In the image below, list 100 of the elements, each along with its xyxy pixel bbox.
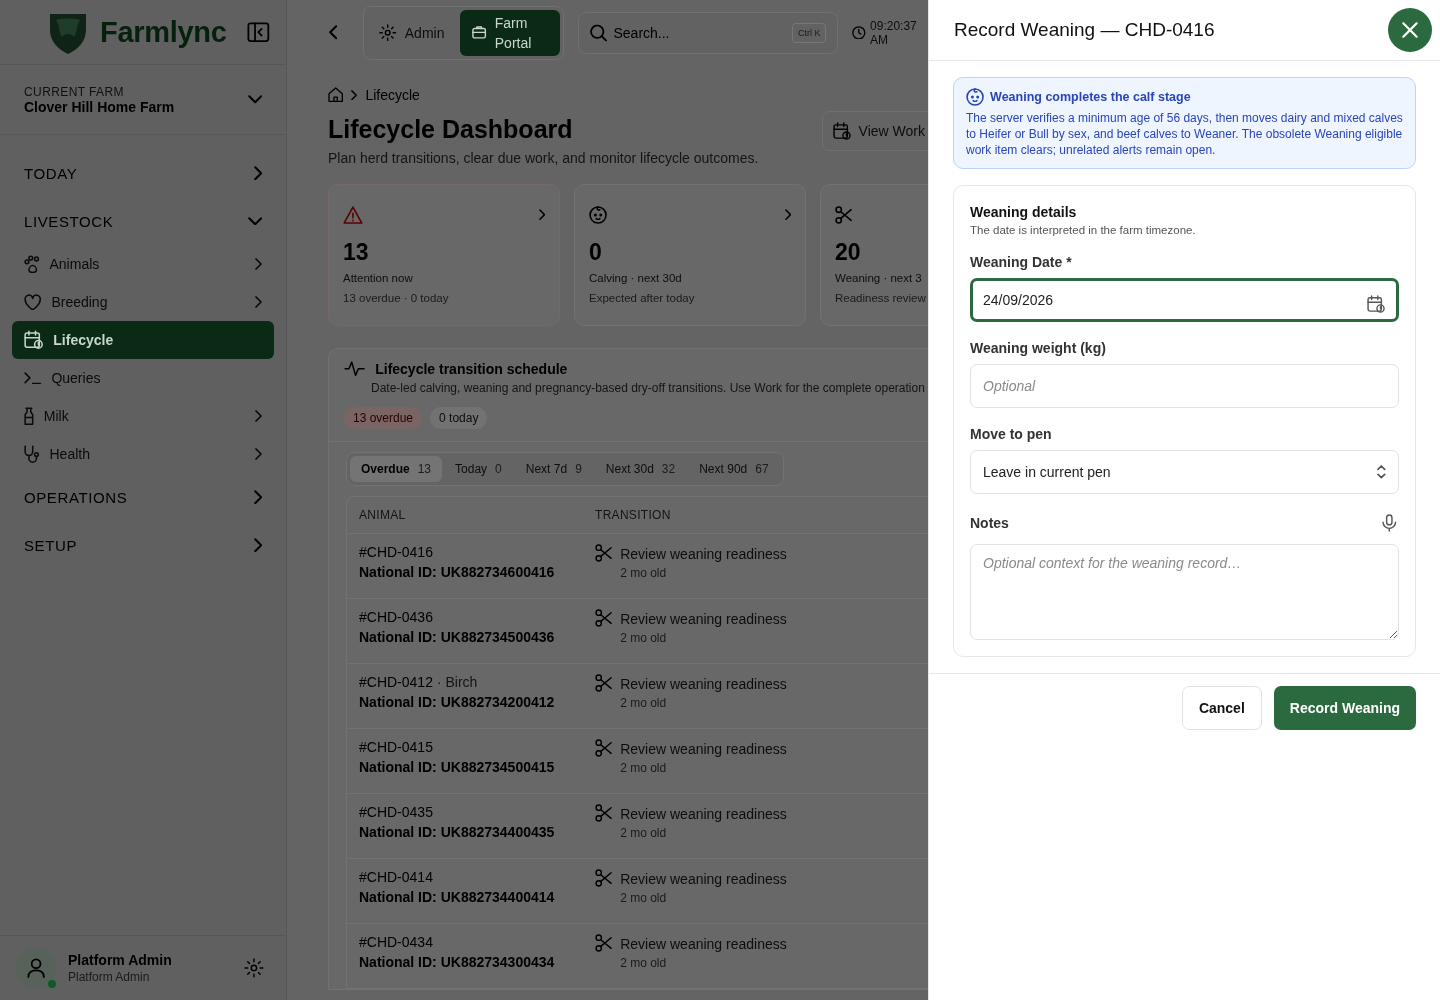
nav-section[interactable]: LIVESTOCK xyxy=(12,197,274,245)
info-title: Weaning completes the calf stage xyxy=(990,90,1191,105)
input-field[interactable]: Optional xyxy=(970,364,1399,409)
user-role: Platform Admin xyxy=(68,970,151,984)
national-id: National ID: UK882734400435 xyxy=(359,824,556,840)
stat-detail: 13 overdue · 0 today xyxy=(343,292,450,304)
stat-card[interactable]: 0 Calving · next 30d Expected after today xyxy=(574,184,806,326)
scissors-icon xyxy=(595,869,613,888)
calendar-clock-icon xyxy=(24,330,44,350)
farm-switcher[interactable]: CURRENT FARM Clover Hill Home Farm xyxy=(0,65,286,135)
nav-item[interactable]: Queries xyxy=(12,359,274,397)
card-subtitle: The date is interpreted in the farm timezone. xyxy=(970,224,1197,237)
transition-label: Review weaning readiness xyxy=(620,611,787,627)
stat-card[interactable]: 20 Weaning · next 3 Readiness review xyxy=(820,184,928,326)
bottle-icon xyxy=(24,406,34,426)
close-button[interactable] xyxy=(1388,8,1432,52)
user-icon xyxy=(26,957,46,979)
national-id: National ID: UK882734200412 xyxy=(359,694,556,710)
nav-item[interactable]: Milk xyxy=(12,397,274,435)
column-header: ANIMAL xyxy=(359,508,407,522)
scissors-icon xyxy=(595,739,613,758)
chevron-up-down-icon xyxy=(1377,465,1386,479)
animal-tag: #CHD-0434 xyxy=(359,934,433,950)
nav-section[interactable]: SETUP xyxy=(12,521,274,569)
pulse-icon xyxy=(344,361,366,377)
animal-age: 2 mo old xyxy=(620,891,668,905)
record-button[interactable]: Record Weaning xyxy=(1273,686,1416,731)
page-subtitle: Plan herd transitions, clear due work, and monitor lifecycle outcomes. xyxy=(328,150,760,166)
transition-label: Review weaning readiness xyxy=(620,806,787,822)
chevron-right-icon xyxy=(351,89,358,101)
shortcut-hint: Ctrl K xyxy=(791,22,827,43)
range-tab[interactable]: Next 30d 32 xyxy=(594,456,687,482)
national-id: National ID: UK882734600416 xyxy=(359,564,556,580)
select-field[interactable]: Leave in current pen xyxy=(970,450,1399,495)
nav-item[interactable]: Health xyxy=(12,435,274,473)
stat-detail: Expected after today xyxy=(589,292,696,304)
heart-icon xyxy=(24,293,42,311)
calendar-clock-icon xyxy=(832,121,851,141)
notes-field[interactable]: Optional context for the weaning record… xyxy=(970,544,1399,641)
warning-icon xyxy=(343,205,363,225)
farm-name: Clover Hill Home Farm xyxy=(24,98,176,115)
home-icon[interactable] xyxy=(328,87,344,103)
breadcrumb-item: Lifecycle xyxy=(365,87,420,103)
animal-tag: #CHD-0414 xyxy=(359,869,433,885)
nav-section[interactable]: TODAY xyxy=(12,149,274,197)
clock-icon xyxy=(852,25,867,40)
cancel-button[interactable]: Cancel xyxy=(1181,686,1262,731)
scissors-icon xyxy=(595,544,613,563)
farm-label: CURRENT FARM xyxy=(24,84,125,99)
range-tab[interactable]: Next 90d 67 xyxy=(688,456,780,482)
stat-card[interactable]: 13 Attention now 13 overdue · 0 today xyxy=(328,184,560,326)
baby-face-icon xyxy=(966,88,985,107)
range-tab[interactable]: Today 0 xyxy=(444,456,513,482)
nav-item[interactable]: Animals xyxy=(12,245,274,283)
national-id: National ID: UK882734500415 xyxy=(359,759,556,775)
count-badge: 13 overdue xyxy=(344,407,423,429)
page-title: Lifecycle Dashboard xyxy=(328,115,574,144)
chevron-right-icon xyxy=(253,489,262,505)
back-button[interactable] xyxy=(327,23,340,42)
animal-tag: #CHD-0412 xyxy=(359,674,433,690)
national-id: National ID: UK882734300434 xyxy=(359,954,556,970)
nav-item[interactable]: Lifecycle xyxy=(12,321,274,359)
mode-tab[interactable]: Admin xyxy=(367,9,457,56)
chevron-right-icon xyxy=(253,537,262,553)
view-work-button[interactable]: View Work xyxy=(821,111,928,151)
chevron-down-icon xyxy=(247,95,262,104)
transition-label: Review weaning readiness xyxy=(620,871,787,887)
terminal-icon xyxy=(24,371,42,385)
count-badge: 0 today xyxy=(430,407,488,429)
range-tab[interactable]: Overdue 13 xyxy=(350,456,443,482)
mode-tab[interactable]: Farm Portal xyxy=(460,9,561,56)
national-id: National ID: UK882734500436 xyxy=(359,629,556,645)
stat-label: Calving · next 30d xyxy=(589,272,683,284)
stat-label: Weaning · next 3 xyxy=(835,272,923,284)
animal-tag: #CHD-0416 xyxy=(359,544,433,560)
column-header: TRANSITION xyxy=(595,508,671,522)
microphone-icon xyxy=(1382,514,1397,533)
scissors-icon xyxy=(595,804,613,823)
scissors-icon xyxy=(595,674,613,693)
clock-time: 09:20:37 AM xyxy=(870,18,918,47)
animal-tag: #CHD-0415 xyxy=(359,739,433,755)
panel-title: Record Weaning — CHD-0416 xyxy=(954,19,1216,41)
field-label: Notes xyxy=(970,515,1009,532)
scissors-icon xyxy=(595,609,613,628)
date-field[interactable]: 24/09/2026 xyxy=(970,278,1399,323)
dictation-button[interactable] xyxy=(1380,512,1399,535)
scissors-icon xyxy=(595,934,613,953)
chevron-down-icon xyxy=(247,216,262,226)
nav-section[interactable]: OPERATIONS xyxy=(12,473,274,521)
stat-value: 20 xyxy=(835,239,862,266)
animal-age: 2 mo old xyxy=(620,826,668,840)
stat-detail: Readiness review xyxy=(835,292,927,304)
range-tab[interactable]: Next 7d 9 xyxy=(514,456,593,482)
briefcase-icon xyxy=(472,26,487,39)
stethoscope-icon xyxy=(24,444,40,464)
nav-item[interactable]: Breeding xyxy=(12,283,274,321)
collapse-sidebar-button[interactable] xyxy=(245,19,272,45)
animal-age: 2 mo old xyxy=(620,761,668,775)
section-description: Date-led calving, weaning and pregnancy-based dry-off transitions. Use Work for the complete operation xyxy=(371,381,926,395)
national-id: National ID: UK882734400414 xyxy=(359,889,556,905)
